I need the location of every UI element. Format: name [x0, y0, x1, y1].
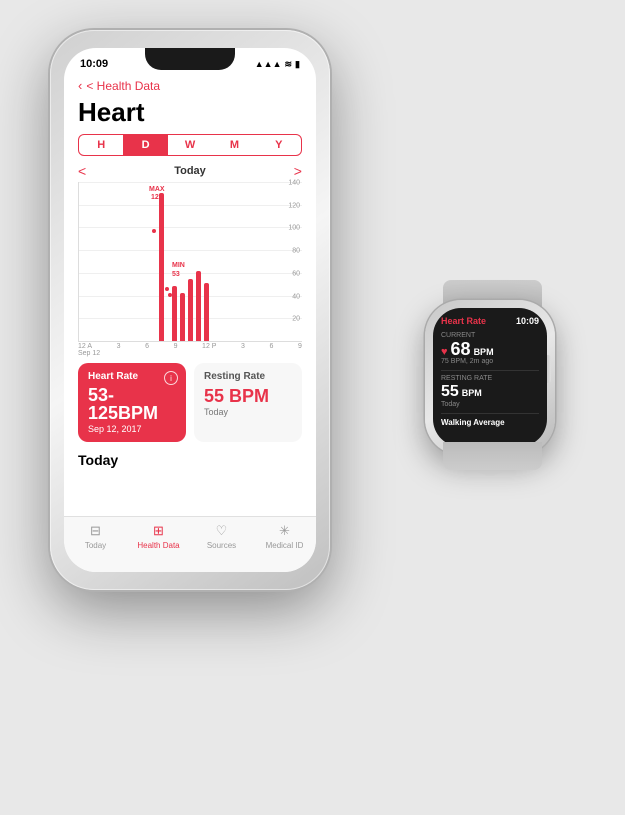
watch-screen: Heart Rate 10:09 Current ♥ 68 BPM 75 BPM…: [433, 308, 547, 447]
iphone-device: 10:09 ▲▲▲ ≋ ▮ ‹ < Health Data Heart H D …: [50, 30, 330, 590]
tab-today[interactable]: ⊟ Today: [64, 523, 127, 550]
watch-current-bpm: 68: [451, 340, 471, 358]
watch-band-bottom: [443, 442, 542, 470]
today-section-label: Today: [64, 448, 316, 472]
tab-h[interactable]: H: [79, 135, 123, 155]
tab-y[interactable]: Y: [257, 135, 301, 155]
watch-walking-label: Walking Average: [441, 418, 539, 427]
signal-icon: ▲▲▲: [255, 59, 282, 69]
chart-x-labels: 12 A 3 6 9 12 P 3 6 9: [64, 342, 316, 350]
heart-rate-card: i Heart Rate 53-125BPM Sep 12, 2017: [78, 363, 186, 442]
x-label-6: 6: [270, 343, 274, 350]
watch-resting-unit: BPM: [462, 388, 482, 398]
status-icons: ▲▲▲ ≋ ▮: [255, 59, 300, 70]
chart-area: 140 120 100 80 60 40 20: [78, 182, 302, 342]
tab-medical-id[interactable]: ✳ Medical ID: [253, 523, 316, 550]
tab-m[interactable]: M: [212, 135, 256, 155]
wifi-icon: ≋: [285, 59, 293, 70]
scene: 10:09 ▲▲▲ ≋ ▮ ‹ < Health Data Heart H D …: [0, 0, 625, 815]
watch-resting-sub: Today: [441, 401, 539, 408]
tab-bar: ⊟ Today ⊞ Health Data ♡ Sources ✳ Medica…: [64, 516, 316, 572]
bar-dot-3: [168, 293, 172, 297]
time-tabs: H D W M Y: [78, 134, 302, 156]
bar-dot-2: [165, 287, 169, 291]
chart-bar-cluster: [172, 271, 209, 341]
watch-resting-bpm-row: 55 BPM: [441, 383, 539, 401]
watch-resting-bpm: 55: [441, 383, 459, 401]
watch-divider-2: [441, 413, 539, 414]
back-label: < Health Data: [86, 79, 160, 93]
watch-time: 10:09: [516, 316, 539, 326]
watch-current-bpm-row: ♥ 68 BPM: [441, 340, 539, 358]
chart-next-button[interactable]: >: [294, 163, 302, 179]
heart-rate-date: Sep 12, 2017: [88, 424, 176, 434]
tab-sources-icon: ♡: [216, 523, 228, 539]
watch-resting-label: Resting Rate: [441, 375, 539, 382]
watch-current-label: Current: [441, 332, 539, 339]
x-label-1: 3: [117, 343, 121, 350]
watch-divider-1: [441, 370, 539, 371]
apple-watch: Heart Rate 10:09 Current ♥ 68 BPM 75 BPM…: [415, 280, 570, 470]
tab-d[interactable]: D: [123, 135, 167, 155]
resting-rate-sub: Today: [204, 407, 292, 417]
resting-rate-bpm: 55 BPM: [204, 386, 292, 407]
info-icon[interactable]: i: [164, 371, 178, 385]
x-label-7: 9: [298, 343, 302, 350]
watch-header: Heart Rate 10:09: [441, 316, 539, 326]
resting-rate-title: Resting Rate: [204, 371, 292, 382]
x-label-0: 12 A: [78, 343, 92, 350]
watch-walking-section: Walking Average: [441, 418, 539, 427]
tab-sources-label: Sources: [207, 541, 236, 550]
bottom-cards: i Heart Rate 53-125BPM Sep 12, 2017 Rest…: [78, 363, 302, 442]
tab-w[interactable]: W: [168, 135, 212, 155]
x-label-5: 3: [241, 343, 245, 350]
chart-prev-button[interactable]: <: [78, 163, 86, 179]
chart-period-label: Today: [174, 165, 206, 177]
x-label-2: 6: [145, 343, 149, 350]
tab-medical-icon: ✳: [279, 523, 290, 539]
watch-heart-icon: ♥: [441, 346, 448, 358]
back-chevron-icon: ‹: [78, 78, 82, 93]
tab-health-label: Health Data: [137, 541, 179, 550]
chart-x-sub: Sep 12: [64, 350, 316, 357]
tab-sources[interactable]: ♡ Sources: [190, 523, 253, 550]
resting-rate-card: Resting Rate 55 BPM Today: [194, 363, 302, 442]
watch-current-unit: BPM: [474, 347, 494, 357]
iphone-screen: 10:09 ▲▲▲ ≋ ▮ ‹ < Health Data Heart H D …: [64, 48, 316, 572]
heart-rate-bpm: 53-125BPM: [88, 386, 176, 422]
tab-health-data[interactable]: ⊞ Health Data: [127, 523, 190, 550]
page-title: Heart: [64, 95, 316, 134]
battery-icon: ▮: [295, 59, 300, 70]
chart-tall-bar: [159, 193, 164, 341]
tab-medical-label: Medical ID: [266, 541, 304, 550]
back-nav[interactable]: ‹ < Health Data: [64, 76, 316, 95]
notch: [145, 48, 235, 70]
tab-health-icon: ⊞: [153, 523, 164, 539]
x-label-3: 9: [174, 343, 178, 350]
bar-dot-1: [152, 229, 156, 233]
x-label-4: 12 P: [202, 343, 216, 350]
watch-body: Heart Rate 10:09 Current ♥ 68 BPM 75 BPM…: [425, 300, 555, 455]
status-time: 10:09: [80, 58, 108, 70]
tab-today-icon: ⊟: [90, 523, 101, 539]
chart-min-label: MIN53: [172, 262, 185, 279]
watch-resting-section: Resting Rate 55 BPM Today: [441, 375, 539, 408]
watch-current-section: Current ♥ 68 BPM 75 BPM, 2m ago: [441, 332, 539, 365]
chart-nav: < Today >: [64, 160, 316, 182]
heart-rate-title: Heart Rate: [88, 371, 176, 382]
watch-app-title: Heart Rate: [441, 316, 486, 326]
watch-current-sub: 75 BPM, 2m ago: [441, 358, 539, 365]
tab-today-label: Today: [85, 541, 106, 550]
